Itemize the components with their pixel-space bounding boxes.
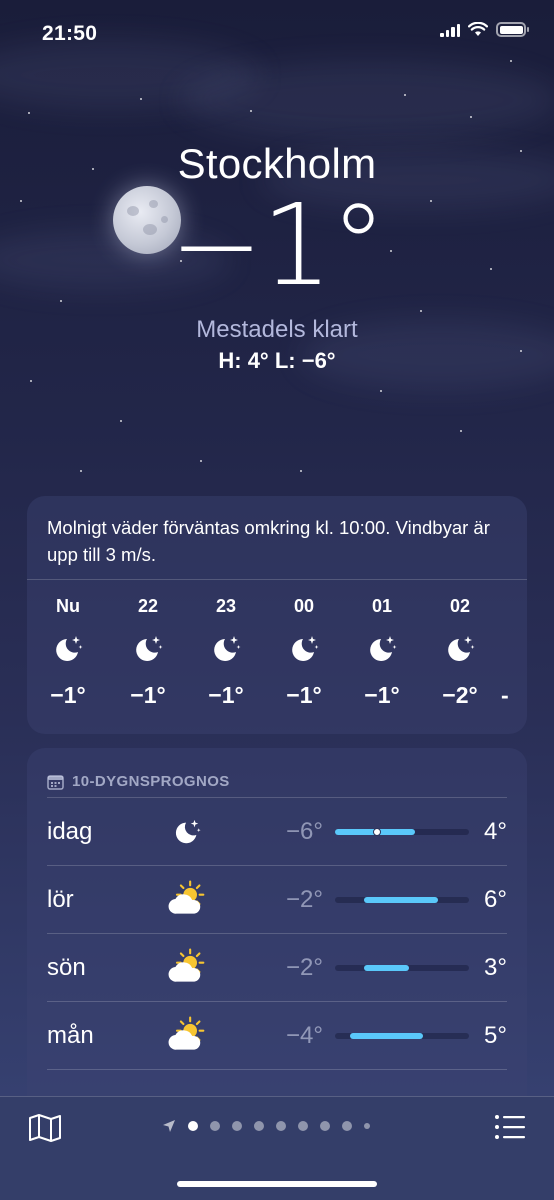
list-icon[interactable] [494, 1113, 526, 1141]
forecast-summary: Molnigt väder förväntas omkring kl. 10:0… [27, 496, 527, 580]
temperature-range-bar [335, 827, 469, 836]
hourly-list[interactable]: Nu −1° 22 −1° 23 −1° 00 −1° 01 −1° 02 −2° - [27, 580, 527, 709]
day-name: mån [47, 1021, 94, 1049]
battery-icon [496, 22, 529, 37]
moon-stars-icon [109, 628, 187, 670]
calendar-icon [47, 774, 64, 790]
temperature-range-bar [335, 1032, 469, 1039]
day-name: sön [47, 953, 86, 981]
moon-stars-icon [421, 628, 499, 670]
hourly-item: 02 −2° [421, 596, 499, 709]
temperature-range-fill [364, 964, 409, 971]
hour-label: Nu [56, 596, 80, 616]
moon-stars-icon [265, 628, 343, 670]
page-dot [276, 1121, 286, 1131]
hourly-item: 01 −1° [343, 596, 421, 709]
temperature-range-fill [349, 1032, 424, 1039]
page-dot [254, 1121, 264, 1131]
home-indicator [177, 1181, 377, 1187]
current-temp-dot [372, 827, 381, 836]
daily-row[interactable]: idag −6° 4° [47, 798, 507, 866]
hourly-item: 00 −1° [265, 596, 343, 709]
hour-label: 02 [449, 596, 471, 616]
moon-stars-icon [187, 628, 265, 670]
hour-label: 01 [371, 596, 393, 616]
wifi-icon [468, 22, 488, 36]
page-indicator[interactable] [162, 1119, 370, 1133]
hour-temperature: −1° [286, 682, 322, 708]
status-bar: 21:50 [0, 0, 554, 66]
ten-day-title: 10-DYGNSPROGNOS [72, 773, 230, 790]
hour-temperature: −2° [442, 682, 478, 708]
day-low-temp: −6° [286, 817, 323, 845]
day-low-temp: −2° [286, 885, 323, 913]
page-dot [364, 1123, 370, 1129]
ten-day-forecast-card[interactable]: 10-DYGNSPROGNOS idag −6° 4° lör −2° 6° sön −2° 3… [27, 748, 527, 1128]
page-dot [342, 1121, 352, 1131]
hour-label: 22 [137, 596, 159, 616]
page-dot [320, 1121, 330, 1131]
cellular-signal-icon [440, 23, 460, 37]
ten-day-header: 10-DYGNSPROGNOS [47, 748, 507, 798]
hour-temperature: −1° [208, 682, 244, 708]
daily-list[interactable]: idag −6° 4° lör −2° 6° sön −2° 3° mån −4° 5° [27, 798, 527, 1070]
day-high-temp: 5° [484, 1021, 507, 1049]
page-dot [298, 1121, 308, 1131]
status-time: 21:50 [42, 22, 98, 45]
hour-temperature: −1° [50, 682, 86, 708]
moon-stars-icon [157, 817, 217, 847]
daily-row[interactable]: lör −2° 6° [47, 866, 507, 934]
condition-text: Mestadels klart [196, 316, 358, 343]
hourly-item: Nu −1° [27, 596, 109, 709]
sun-cloud-icon [157, 880, 217, 920]
daily-row[interactable]: mån −4° 5° [47, 1002, 507, 1070]
day-name: lör [47, 885, 74, 913]
hourly-item: 23 −1° [187, 596, 265, 709]
location-arrow-icon [163, 1120, 175, 1132]
hour-temperature: −1° [130, 682, 166, 708]
hour-temperature: −1° [364, 682, 400, 708]
bottom-toolbar [0, 1096, 554, 1200]
current-weather-header: Stockholm −1° Mestadels klart H: 4° L: −… [0, 140, 554, 374]
day-high-temp: 6° [484, 885, 507, 913]
temperature-range-bar [335, 896, 469, 903]
day-high-temp: 3° [484, 953, 507, 981]
day-high-temp: 4° [484, 817, 507, 845]
page-dot [232, 1121, 242, 1131]
day-name: idag [47, 817, 93, 845]
sun-cloud-icon [157, 1016, 217, 1056]
day-low-temp: −4° [286, 1021, 323, 1049]
day-low-temp: −2° [286, 953, 323, 981]
page-dot-active [188, 1121, 198, 1131]
sun-cloud-icon [157, 948, 217, 988]
hourly-forecast-card[interactable]: Molnigt väder förväntas omkring kl. 10:0… [27, 496, 527, 734]
hour-label: 23 [215, 596, 237, 616]
page-dot [210, 1121, 220, 1131]
hourly-item: 22 −1° [109, 596, 187, 709]
hour-label: 00 [293, 596, 315, 616]
daily-row[interactable]: sön −2° 3° [47, 934, 507, 1002]
map-icon[interactable] [28, 1113, 62, 1143]
temperature-range-bar [335, 964, 469, 971]
high-low-text: H: 4° L: −6° [218, 348, 336, 373]
moon-stars-icon [343, 628, 421, 670]
current-temperature: −1° [169, 181, 386, 311]
temperature-range-fill [364, 896, 439, 903]
hourly-item-partial: - [501, 682, 509, 708]
moon-stars-icon [27, 628, 109, 670]
